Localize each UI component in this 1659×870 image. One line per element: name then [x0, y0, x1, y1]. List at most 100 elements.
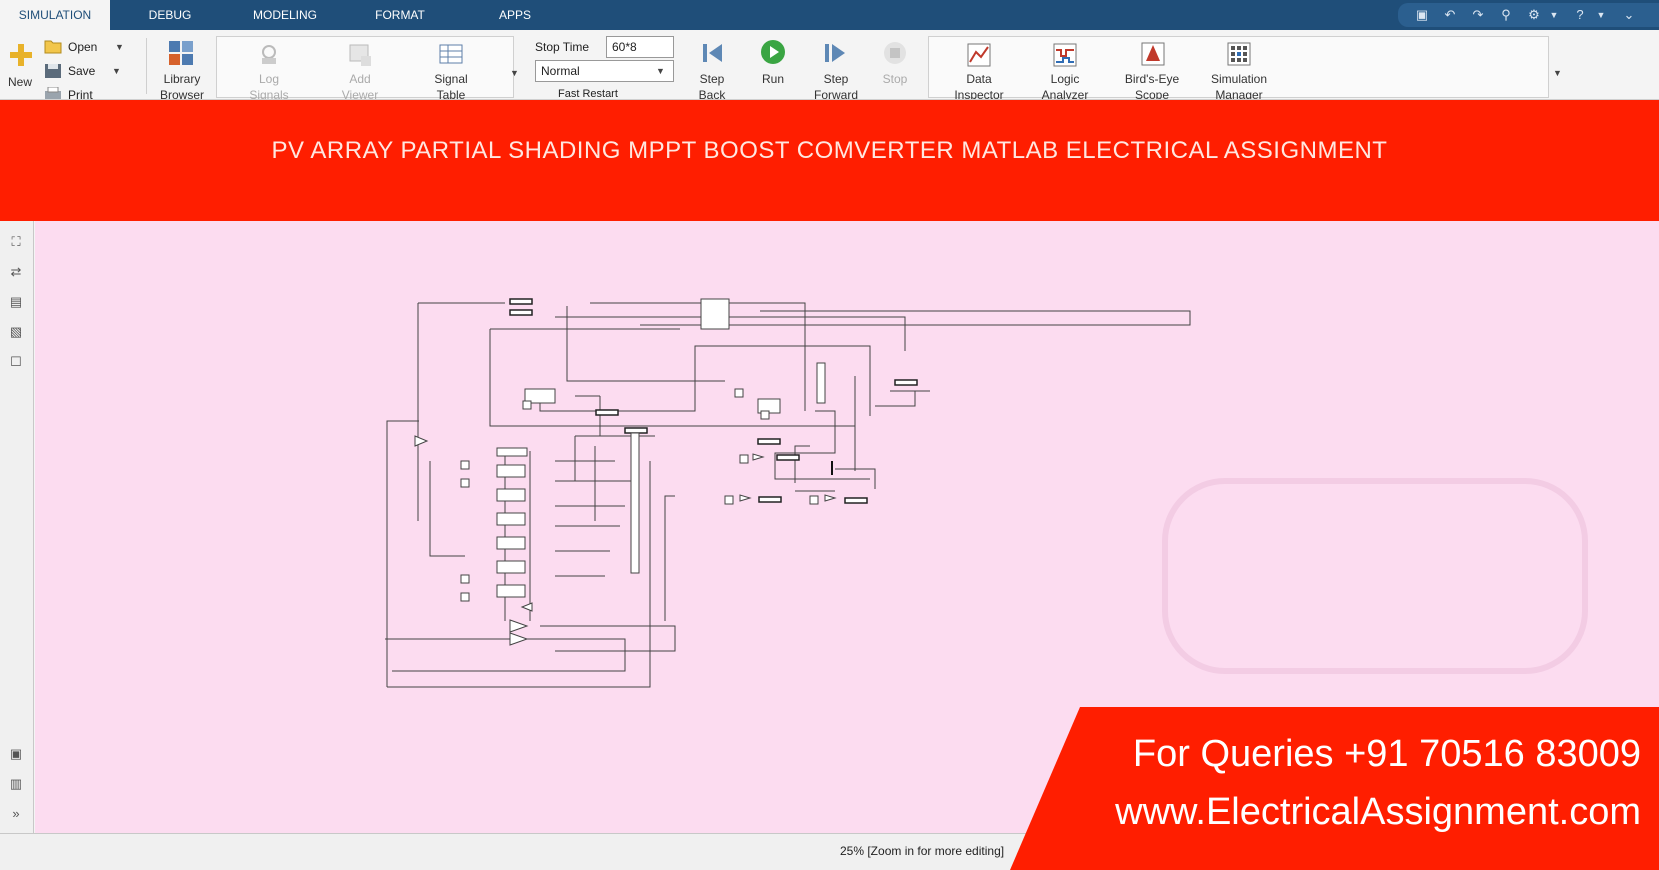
image-icon[interactable]: ▧: [7, 323, 25, 341]
gain-triangle-block[interactable]: [824, 494, 837, 502]
signal-table-button[interactable]: Signal: [420, 72, 482, 86]
fast-restart-toggle[interactable]: Fast Restart: [558, 88, 618, 99]
canvas-toolstrip: ⛶ ⇄ ▤ ▧ ☐ ▣ ▥ »: [0, 221, 34, 833]
display-block[interactable]: [509, 298, 533, 305]
pv-module-block[interactable]: [496, 447, 528, 457]
input-port-block[interactable]: [724, 495, 734, 505]
signal-line: [574, 435, 655, 521]
gain-triangle-block[interactable]: [520, 602, 533, 612]
chevron-down-icon[interactable]: ▼: [510, 68, 519, 78]
help-icon[interactable]: ?: [1571, 6, 1589, 24]
stop-icon: [884, 42, 906, 64]
add-viewer-button[interactable]: Add: [332, 72, 388, 86]
fit-view-icon[interactable]: ⛶: [7, 233, 25, 251]
tab-modeling[interactable]: MODELING: [240, 0, 330, 30]
input-port-block[interactable]: [760, 410, 770, 420]
simulation-mode-select[interactable]: Normal: [535, 60, 674, 82]
display-block[interactable]: [844, 497, 868, 504]
step-back-icon: [703, 44, 722, 62]
display-block[interactable]: [595, 409, 619, 416]
pv-module-block[interactable]: [496, 584, 526, 598]
gain-triangle-block[interactable]: [414, 435, 429, 447]
mppt-function-block[interactable]: [700, 298, 730, 330]
input-port-block[interactable]: [460, 592, 470, 602]
tab-apps[interactable]: APPS: [475, 0, 555, 30]
signal-line: [575, 395, 601, 436]
open-button[interactable]: Open: [68, 40, 97, 54]
chevron-down-icon[interactable]: ▼: [1545, 6, 1563, 24]
input-port-block[interactable]: [460, 574, 470, 584]
plus-icon: [10, 44, 32, 66]
watermark-shape: [1162, 478, 1588, 674]
save-icon[interactable]: ▣: [1413, 6, 1431, 24]
stop-button[interactable]: Stop: [874, 72, 916, 86]
step-back-label2: Back: [698, 88, 726, 100]
step-forward-button[interactable]: Step: [810, 72, 862, 86]
input-port-block[interactable]: [522, 400, 532, 410]
tab-simulation[interactable]: SIMULATION: [0, 0, 110, 30]
gain-triangle-block[interactable]: [752, 453, 765, 461]
area-icon[interactable]: ☐: [7, 353, 25, 371]
pv-module-block[interactable]: [496, 536, 526, 550]
birds-eye-scope-button[interactable]: Bird's-Eye: [1116, 72, 1188, 86]
arrows-icon[interactable]: ⇄: [7, 263, 25, 281]
bus-selector-block[interactable]: [630, 432, 640, 574]
signal-line: [429, 461, 465, 557]
display-block[interactable]: [757, 438, 781, 445]
chevron-down-icon[interactable]: ▼: [1553, 68, 1562, 78]
gain-triangle-block[interactable]: [509, 619, 529, 633]
input-port-block[interactable]: [460, 460, 470, 470]
library-browser-button[interactable]: Library: [154, 72, 210, 86]
input-port-block[interactable]: [809, 495, 819, 505]
signal-line: [774, 410, 870, 492]
display-block[interactable]: [758, 496, 782, 503]
print-button[interactable]: Print: [68, 88, 93, 99]
zoom-status: 25% [Zoom in for more editing]: [840, 844, 1005, 858]
run-button[interactable]: Run: [752, 72, 794, 86]
chevron-down-icon[interactable]: ▼: [112, 66, 121, 76]
chevron-down-icon[interactable]: ▼: [115, 42, 124, 52]
undo-icon[interactable]: ↶: [1441, 6, 1459, 24]
table-icon: [439, 44, 463, 64]
mux-block[interactable]: [816, 362, 826, 404]
title-banner: PV ARRAY PARTIAL SHADING MPPT BOOST COMV…: [0, 100, 1659, 221]
signal-table-label2: Table: [436, 88, 466, 100]
input-port-block[interactable]: [734, 388, 744, 398]
library-browser-label2: Browser: [159, 88, 204, 100]
logic-analyzer-button[interactable]: Logic: [1034, 72, 1096, 86]
data-inspector-button[interactable]: Data: [948, 72, 1010, 86]
simulation-manager-button[interactable]: Simulation: [1202, 72, 1276, 86]
input-port-block[interactable]: [739, 454, 749, 464]
property-inspector-icon[interactable]: ▥: [7, 775, 25, 793]
display-block[interactable]: [624, 427, 648, 434]
stop-time-label: Stop Time: [535, 40, 590, 54]
search-icon[interactable]: ⚲: [1497, 6, 1515, 24]
stop-time-input[interactable]: 60*8: [606, 36, 674, 58]
birds-eye-scope-label2: Scope: [1134, 88, 1170, 100]
expand-icon[interactable]: »: [7, 805, 25, 823]
tab-format[interactable]: FORMAT: [360, 0, 440, 30]
pv-module-block[interactable]: [496, 512, 526, 526]
pv-module-block[interactable]: [496, 488, 526, 502]
signal-line: [386, 420, 419, 687]
settings-icon[interactable]: ⚙: [1525, 6, 1543, 24]
log-signals-button[interactable]: Log: [240, 72, 298, 86]
camera-icon[interactable]: ▣: [7, 745, 25, 763]
new-button[interactable]: New: [4, 75, 36, 89]
input-port-block[interactable]: [460, 478, 470, 488]
annotation-icon[interactable]: ▤: [7, 293, 25, 311]
display-block[interactable]: [894, 379, 918, 386]
pv-module-block[interactable]: [496, 464, 526, 478]
save-button[interactable]: Save: [68, 64, 95, 78]
step-back-button[interactable]: Step: [690, 72, 734, 86]
gain-triangle-block[interactable]: [509, 632, 529, 646]
chevron-down-icon[interactable]: ▼: [1592, 6, 1610, 24]
collapse-ribbon-icon[interactable]: ⌄: [1620, 6, 1638, 24]
pv-module-block[interactable]: [496, 560, 526, 574]
display-block[interactable]: [509, 309, 533, 316]
redo-icon[interactable]: ↷: [1469, 6, 1487, 24]
promo-website[interactable]: www.ElectricalAssignment.com: [1115, 791, 1641, 834]
tab-debug[interactable]: DEBUG: [130, 0, 210, 30]
display-block[interactable]: [776, 454, 800, 461]
gain-triangle-block[interactable]: [739, 494, 752, 502]
